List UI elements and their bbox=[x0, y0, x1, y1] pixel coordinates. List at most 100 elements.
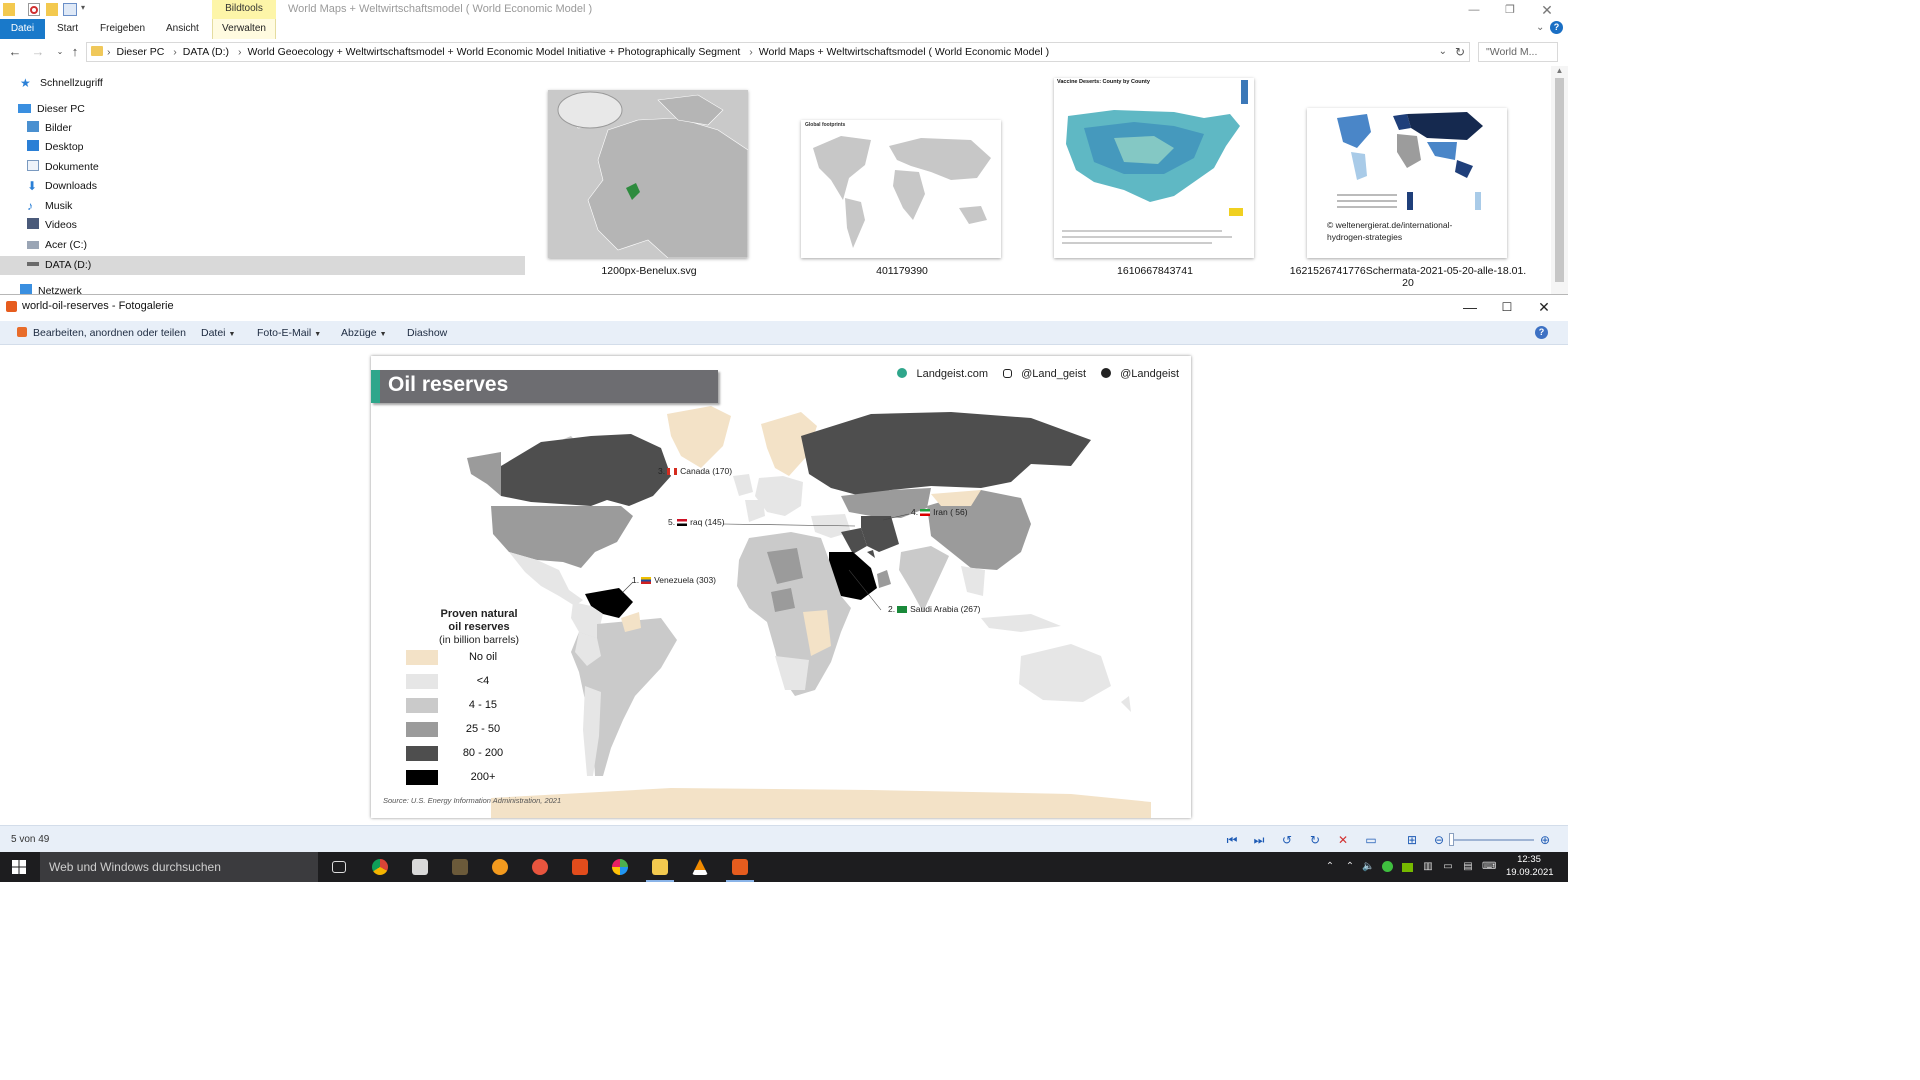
nav-bilder[interactable]: Bilder bbox=[27, 119, 72, 138]
nvidia-icon[interactable] bbox=[1402, 863, 1413, 872]
back-arrow-icon[interactable]: ← bbox=[7, 43, 23, 61]
expand-ribbon-icon[interactable]: ⌄ bbox=[1536, 22, 1544, 33]
maximize-button[interactable]: ☐ bbox=[1489, 297, 1525, 317]
callout-saudi-arabia: 2. Saudi Arabia (267) bbox=[888, 604, 981, 614]
drive-icon bbox=[27, 262, 39, 266]
close-button[interactable]: ✕ bbox=[1532, 1, 1562, 19]
breadcrumb-this-pc[interactable]: Dieser PC bbox=[117, 46, 165, 58]
chrome-icon[interactable] bbox=[372, 859, 388, 875]
pdf-app-icon[interactable] bbox=[412, 859, 428, 875]
security-icon[interactable] bbox=[1382, 861, 1393, 872]
volume-icon[interactable]: 🔈 bbox=[1362, 861, 1374, 873]
windows-start-icon[interactable] bbox=[12, 860, 26, 874]
nav-data-d[interactable]: DATA (D:) bbox=[27, 256, 91, 275]
star-icon: ★ bbox=[20, 76, 31, 90]
picasa-icon[interactable] bbox=[612, 859, 628, 875]
battery-icon[interactable]: ▭ bbox=[1442, 861, 1454, 873]
breadcrumb-geoecology-folder[interactable]: World Geoecology + Weltwirtschaftsmodel … bbox=[247, 46, 740, 58]
actual-size-icon[interactable]: ⊞ bbox=[1405, 833, 1419, 847]
tab-ansicht[interactable]: Ansicht bbox=[166, 19, 199, 39]
delete-icon[interactable]: ✕ bbox=[1336, 833, 1350, 847]
network-icon[interactable]: ▥ bbox=[1422, 861, 1434, 873]
zoom-slider-thumb[interactable] bbox=[1449, 833, 1454, 846]
address-dropdown-icon[interactable]: ⌄ bbox=[1439, 43, 1447, 61]
zoom-out-icon[interactable]: ⊖ bbox=[1432, 833, 1446, 847]
nav-network[interactable]: Netzwerk bbox=[20, 282, 82, 294]
zoom-slider[interactable] bbox=[1450, 839, 1534, 841]
vertical-scrollbar[interactable]: ▲ bbox=[1551, 66, 1568, 294]
nav-videos[interactable]: Videos bbox=[27, 216, 77, 235]
help-icon[interactable]: ? bbox=[1550, 21, 1563, 34]
browser-app-icon[interactable] bbox=[532, 859, 548, 875]
menu-datei[interactable]: Datei ▼ bbox=[201, 321, 235, 345]
chevron-up-icon[interactable]: ⌃ bbox=[1344, 861, 1356, 873]
minimize-button[interactable]: — bbox=[1459, 1, 1489, 19]
close-button[interactable]: ✕ bbox=[1526, 297, 1562, 317]
restore-button[interactable]: ❐ bbox=[1495, 1, 1525, 19]
computer-icon bbox=[18, 104, 31, 113]
rename-icon[interactable] bbox=[63, 3, 77, 16]
zoom-in-icon[interactable]: ⊕ bbox=[1538, 833, 1552, 847]
rotate-right-icon[interactable]: ↻ bbox=[1308, 833, 1322, 847]
antarctica bbox=[491, 788, 1151, 818]
vlc-icon[interactable] bbox=[692, 859, 708, 875]
minimize-button[interactable]: — bbox=[1452, 297, 1488, 317]
search-input[interactable]: "World M... bbox=[1478, 42, 1558, 62]
task-view-icon[interactable] bbox=[332, 861, 346, 873]
legend-label: No oil bbox=[468, 651, 498, 663]
nav-dokumente[interactable]: Dokumente bbox=[27, 158, 99, 177]
nav-musik[interactable]: ♪ Musik bbox=[27, 197, 72, 216]
tab-start[interactable]: Start bbox=[57, 19, 78, 39]
callout-iraq: 5. raq (145) bbox=[668, 517, 725, 527]
callout-rank: 2. bbox=[888, 604, 896, 614]
nav-acer-c[interactable]: Acer (C:) bbox=[27, 236, 87, 255]
recent-locations-icon[interactable]: ⌄ bbox=[52, 43, 68, 61]
tab-datei[interactable]: Datei bbox=[0, 19, 45, 39]
nav-label: Dokumente bbox=[45, 161, 99, 173]
notification-icon[interactable]: ▤ bbox=[1462, 861, 1474, 873]
nav-downloads[interactable]: ⬇ Downloads bbox=[27, 177, 97, 196]
rotate-left-icon[interactable]: ↺ bbox=[1280, 833, 1294, 847]
photo-app-icon[interactable] bbox=[452, 859, 468, 875]
tab-freigeben[interactable]: Freigeben bbox=[100, 19, 145, 39]
network-icon bbox=[20, 284, 32, 294]
taskbar-search-input[interactable]: Web und Windows durchsuchen bbox=[40, 852, 318, 882]
callout-rank: 4. bbox=[911, 507, 919, 517]
menu-diashow[interactable]: Diashow bbox=[407, 321, 447, 345]
up-arrow-icon[interactable]: ↑ bbox=[67, 43, 83, 61]
menu-foto-email[interactable]: Foto-E-Mail ▼ bbox=[257, 321, 321, 345]
nav-desktop[interactable]: Desktop bbox=[27, 138, 84, 157]
photo-gallery-icon[interactable] bbox=[732, 859, 748, 875]
help-icon[interactable]: ? bbox=[1535, 326, 1548, 339]
tray-overflow-icon[interactable]: ⌃ bbox=[1324, 861, 1336, 873]
file-explorer-icon[interactable] bbox=[652, 859, 668, 875]
qat-dropdown-icon[interactable]: ▾ bbox=[81, 3, 93, 16]
keyboard-icon[interactable]: ⌨ bbox=[1482, 861, 1496, 873]
address-bar[interactable]: › Dieser PC › DATA (D:) › World Geoecology … bbox=[86, 42, 1470, 62]
edit-arrange-share-button[interactable]: Bearbeiten, anordnen oder teilen bbox=[17, 321, 186, 345]
refresh-icon[interactable]: ↻ bbox=[1455, 43, 1465, 61]
nav-quick-access[interactable]: ★ Schnellzugriff bbox=[20, 74, 103, 93]
scroll-up-icon[interactable]: ▲ bbox=[1551, 66, 1568, 78]
breadcrumb-world-maps-folder[interactable]: World Maps + Weltwirtschaftsmodel ( Worl… bbox=[759, 46, 1049, 58]
menu-abzuege[interactable]: Abzüge ▼ bbox=[341, 321, 387, 345]
twitter-icon bbox=[1101, 368, 1112, 378]
thumbnail-inner-text-line: © weltenergierat.de/international- bbox=[1327, 220, 1453, 230]
forward-arrow-icon[interactable]: → bbox=[30, 43, 46, 61]
taskbar-clock[interactable]: 12:35 19.09.2021 bbox=[1506, 853, 1554, 879]
download-arrow-icon: ⬇ bbox=[27, 179, 38, 193]
properties-icon[interactable] bbox=[28, 3, 40, 16]
tab-verwalten[interactable]: Verwalten bbox=[212, 19, 276, 39]
app-icon[interactable] bbox=[492, 859, 508, 875]
nav-label: Netzwerk bbox=[38, 285, 82, 294]
slideshow-icon[interactable]: ▭ bbox=[1364, 833, 1378, 847]
nav-this-pc[interactable]: Dieser PC bbox=[18, 100, 85, 119]
nav-label: Schnellzugriff bbox=[40, 77, 103, 89]
next-icon[interactable]: ⏭ bbox=[1252, 833, 1266, 847]
legend-label: 25 - 50 bbox=[465, 723, 501, 735]
scrollbar-thumb[interactable] bbox=[1555, 78, 1564, 282]
previous-icon[interactable]: ⏮ bbox=[1225, 833, 1239, 847]
breadcrumb-data-drive[interactable]: DATA (D:) bbox=[183, 46, 229, 58]
office-app-icon[interactable] bbox=[572, 859, 588, 875]
new-folder-icon[interactable] bbox=[46, 3, 58, 16]
